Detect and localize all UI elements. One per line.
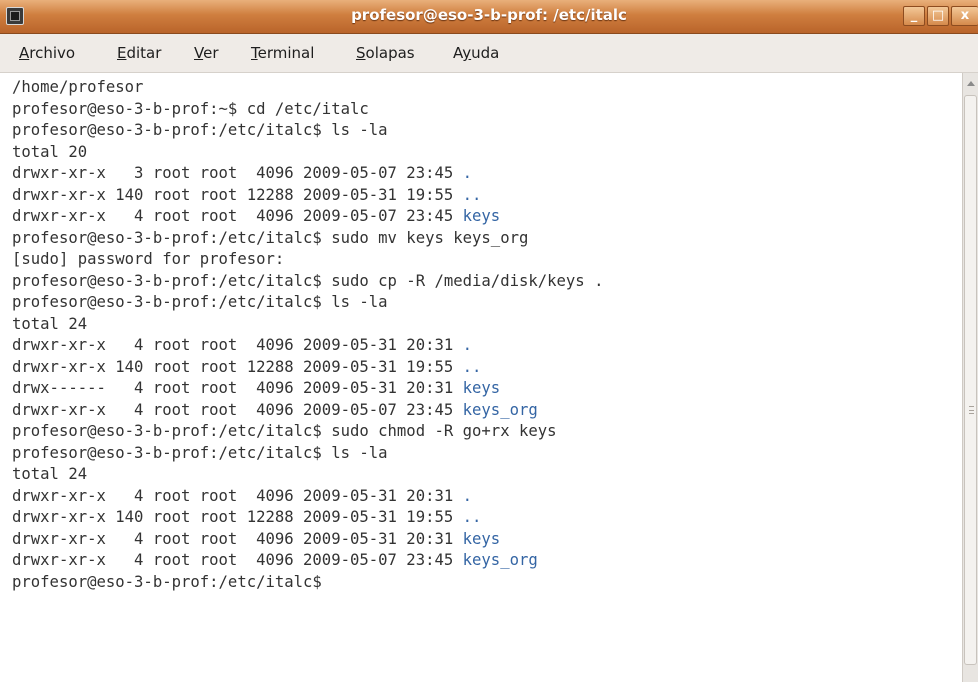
terminal-line-text: drwx------ 4 root root 4096 2009-05-31 2… — [12, 379, 463, 397]
terminal-line-text: profesor@eso-3-b-prof:/etc/italc$ sudo c… — [12, 271, 604, 290]
terminal-line-text: total 24 — [12, 314, 88, 333]
menu-solapas[interactable]: Solapas — [356, 44, 415, 62]
menu-bar: Archivo Editar Ver Terminal Solapas Ayud… — [0, 34, 978, 73]
terminal-line-text: total 24 — [12, 465, 88, 483]
directory-entry: . — [462, 336, 473, 354]
directory-entry: .. — [462, 185, 482, 204]
menu-archivo-label: rchivo — [29, 44, 76, 62]
terminal-line-text: profesor@eso-3-b-prof:~$ cd /etc/italc — [12, 99, 369, 118]
directory-entry: keys_org — [462, 400, 538, 419]
terminal-line-text: [sudo] password for profesor: — [12, 250, 285, 268]
terminal-line: drwxr-xr-x 4 root root 4096 2009-05-31 2… — [12, 335, 603, 357]
terminal-line: drwxr-xr-x 4 root root 4096 2009-05-31 2… — [12, 486, 603, 508]
terminal-line-text: /home/profesor — [12, 78, 144, 96]
menu-ver-label: er — [203, 44, 219, 62]
directory-entry: . — [462, 486, 473, 505]
terminal-line: profesor@eso-3-b-prof:/etc/italc$ sudo m… — [12, 228, 603, 250]
terminal-line: drwxr-xr-x 140 root root 12288 2009-05-3… — [12, 357, 603, 379]
terminal-line: profesor@eso-3-b-prof:/etc/italc$ — [12, 572, 603, 594]
menu-terminal-mnemonic: T — [251, 44, 258, 62]
terminal-line: /home/profesor — [12, 77, 603, 99]
directory-entry: keys — [462, 379, 501, 397]
terminal-line: profesor@eso-3-b-prof:/etc/italc$ ls -la — [12, 443, 603, 465]
terminal-line-text: profesor@eso-3-b-prof:/etc/italc$ sudo m… — [12, 228, 529, 247]
terminal-line-text: profesor@eso-3-b-prof:/etc/italc$ ls -la — [12, 121, 388, 139]
terminal-line: drwx------ 4 root root 4096 2009-05-31 2… — [12, 378, 603, 400]
terminal-line-text: drwxr-xr-x 4 root root 4096 2009-05-07 2… — [12, 400, 463, 419]
terminal-line: total 24 — [12, 314, 603, 336]
terminal-line: total 24 — [12, 464, 603, 486]
menu-ver[interactable]: Ver — [194, 44, 219, 62]
terminal-line: profesor@eso-3-b-prof:/etc/italc$ sudo c… — [12, 271, 603, 293]
menu-ayuda-prefix: A — [453, 44, 463, 62]
close-button[interactable]: x — [951, 6, 978, 26]
directory-entry: .. — [462, 508, 482, 526]
terminal-line: drwxr-xr-x 140 root root 12288 2009-05-3… — [12, 507, 603, 529]
scroll-grip-icon — [969, 406, 974, 414]
terminal-line: drwxr-xr-x 4 root root 4096 2009-05-31 2… — [12, 529, 603, 551]
window-title: profesor@eso-3-b-prof: /etc/italc — [351, 6, 627, 24]
terminal-line-text: drwxr-xr-x 4 root root 4096 2009-05-31 2… — [12, 529, 463, 548]
terminal-line: profesor@eso-3-b-prof:~$ cd /etc/italc — [12, 99, 603, 121]
minimize-button[interactable]: _ — [903, 6, 925, 26]
directory-entry: keys — [462, 207, 501, 225]
directory-entry: keys — [462, 529, 501, 548]
menu-solapas-mnemonic: S — [356, 44, 366, 62]
terminal-line: [sudo] password for profesor: — [12, 249, 603, 271]
menu-terminal-label: erminal — [257, 44, 315, 62]
terminal-line: profesor@eso-3-b-prof:/etc/italc$ sudo c… — [12, 421, 603, 443]
terminal-line-text: profesor@eso-3-b-prof:/etc/italc$ — [12, 572, 322, 591]
scroll-thumb[interactable] — [964, 95, 977, 665]
terminal-line: drwxr-xr-x 4 root root 4096 2009-05-07 2… — [12, 400, 603, 422]
terminal-line: profesor@eso-3-b-prof:/etc/italc$ ls -la — [12, 292, 603, 314]
menu-ver-mnemonic: V — [194, 44, 204, 62]
terminal-line-text: drwxr-xr-x 4 root root 4096 2009-05-07 2… — [12, 207, 463, 225]
terminal-line: profesor@eso-3-b-prof:/etc/italc$ ls -la — [12, 120, 603, 142]
terminal-output[interactable]: /home/profesor profesor@eso-3-b-prof:~$ c… — [0, 73, 962, 682]
terminal-line-text: drwxr-xr-x 140 root root 12288 2009-05-3… — [12, 185, 463, 204]
terminal-line: drwxr-xr-x 140 root root 12288 2009-05-3… — [12, 185, 603, 207]
title-bar[interactable]: profesor@eso-3-b-prof: /etc/italc _ □ x — [0, 0, 978, 34]
terminal-window: profesor@eso-3-b-prof: /etc/italc _ □ x … — [0, 0, 978, 682]
terminal-line-text: profesor@eso-3-b-prof:/etc/italc$ sudo c… — [12, 422, 557, 440]
terminal-line-text: drwxr-xr-x 4 root root 4096 2009-05-31 2… — [12, 336, 463, 354]
terminal-line-text: drwxr-xr-x 140 root root 12288 2009-05-3… — [12, 508, 463, 526]
terminal-line: drwxr-xr-x 4 root root 4096 2009-05-07 2… — [12, 550, 603, 572]
menu-ayuda-mnemonic: y — [462, 44, 472, 62]
terminal-line: drwxr-xr-x 4 root root 4096 2009-05-07 2… — [12, 206, 603, 228]
menu-solapas-label: olapas — [365, 44, 415, 62]
directory-entry: keys_org — [462, 551, 538, 569]
terminal-line-text: total 20 — [12, 142, 88, 161]
menu-terminal[interactable]: Terminal — [251, 44, 314, 62]
terminal-line-text: profesor@eso-3-b-prof:/etc/italc$ ls -la — [12, 443, 388, 462]
menu-editar-label: ditar — [126, 44, 162, 62]
terminal-lines: /home/profesor profesor@eso-3-b-prof:~$ c… — [12, 77, 603, 593]
terminal-line-text: drwxr-xr-x 140 root root 12288 2009-05-3… — [12, 357, 463, 376]
terminal-line-text: drwxr-xr-x 3 root root 4096 2009-05-07 2… — [12, 164, 463, 182]
vertical-scrollbar[interactable] — [962, 73, 978, 682]
directory-entry: .. — [462, 357, 482, 376]
scroll-up-icon[interactable] — [967, 81, 975, 86]
menu-ayuda-label: uda — [471, 44, 500, 62]
maximize-button[interactable]: □ — [927, 6, 949, 26]
terminal-line-text: profesor@eso-3-b-prof:/etc/italc$ ls -la — [12, 293, 388, 311]
terminal-line-text: drwxr-xr-x 4 root root 4096 2009-05-31 2… — [12, 486, 463, 505]
menu-archivo[interactable]: Archivo — [19, 44, 75, 62]
terminal-line-text: drwxr-xr-x 4 root root 4096 2009-05-07 2… — [12, 551, 463, 569]
menu-ayuda[interactable]: Ayuda — [453, 44, 499, 62]
terminal-line: drwxr-xr-x 3 root root 4096 2009-05-07 2… — [12, 163, 603, 185]
terminal-line: total 20 — [12, 142, 603, 164]
menu-editar[interactable]: Editar — [117, 44, 161, 62]
menu-archivo-mnemonic: A — [19, 44, 30, 62]
directory-entry: . — [462, 164, 473, 182]
